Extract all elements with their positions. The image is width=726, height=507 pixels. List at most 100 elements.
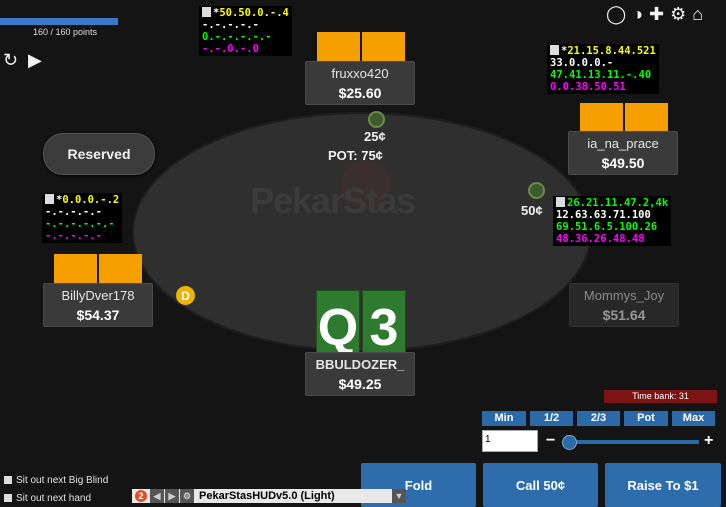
- note-icon[interactable]: [556, 197, 565, 207]
- player-name: Mommys_Joy: [583, 288, 665, 303]
- time-bank-badge: Time bank: 31: [604, 390, 717, 403]
- player-stack: $54.37: [76, 307, 120, 323]
- points-progress-fill: [0, 18, 118, 25]
- chat-icon[interactable]: ◯: [606, 5, 626, 23]
- bet-amount-input[interactable]: 1: [482, 430, 538, 452]
- points-label: 160 / 160 points: [33, 27, 98, 37]
- chevron-left-icon[interactable]: ◀: [150, 489, 164, 503]
- slider-minus-button[interactable]: −: [546, 432, 555, 450]
- hero-hole-cards: Q 3: [316, 290, 406, 355]
- dealer-button: D: [176, 286, 195, 305]
- hud-notification-badge[interactable]: 2: [135, 490, 147, 502]
- card-back: [625, 103, 668, 134]
- hud-stat: 0.-.-.-.-.-: [202, 31, 272, 43]
- hero-card: Q: [316, 290, 360, 355]
- player-stack: $51.64: [602, 307, 646, 323]
- hud-stat: 0.0.0.-.2: [62, 194, 120, 206]
- sitout-hand-label: Sit out next hand: [16, 493, 92, 504]
- bet-slider-track[interactable]: [563, 440, 699, 444]
- hud-stat: 26.21.11.47.2,4k: [567, 197, 669, 209]
- home-icon[interactable]: ⌂: [692, 5, 703, 23]
- hud-stat-row: *50.50.0.-.4: [202, 7, 289, 19]
- reserved-seat-button[interactable]: Reserved: [43, 133, 155, 175]
- hud-stat: -.-.-.-.-: [202, 19, 259, 31]
- chevron-right-icon[interactable]: ▶: [165, 489, 179, 503]
- checkbox-box[interactable]: [4, 494, 12, 502]
- player-plate-ia[interactable]: ia_na_prace $49.50: [568, 131, 678, 175]
- player-plate-billy[interactable]: BillyDver178 $54.37: [43, 283, 153, 327]
- hud-stat-row: -.-.-.-.-.-: [45, 218, 119, 230]
- player-name: fruxxo420: [331, 66, 389, 81]
- hud-stat: -.-.-.-.-: [45, 230, 102, 242]
- player-stack: $25.60: [338, 85, 382, 101]
- hud-stat-row: -.-.-.-.-: [202, 19, 289, 31]
- hud-stat: -.-.0.-.0: [202, 43, 259, 55]
- note-icon[interactable]: [202, 7, 211, 17]
- play-icon[interactable]: ▶: [28, 51, 42, 69]
- sitout-big-blind-label: Sit out next Big Blind: [16, 475, 109, 486]
- pot-total: POT: 75¢: [328, 148, 383, 163]
- hud-stat-row: -.-.0.-.0: [202, 43, 289, 55]
- card-back: [54, 254, 97, 285]
- hud-stat: 33.0.0.0.-: [550, 57, 614, 69]
- stats-icon[interactable]: ◑: [632, 5, 643, 23]
- hud-gear-icon[interactable]: ⚙: [180, 489, 194, 503]
- card-back: [580, 103, 623, 134]
- hud-stat-row: 47.41.13.11.-.40: [550, 69, 656, 81]
- add-icon[interactable]: ✚: [649, 5, 664, 23]
- gear-icon[interactable]: ⚙: [670, 5, 686, 23]
- bet-size-half-button[interactable]: 1/2: [530, 411, 573, 426]
- hud-stat-row: 12.63.63.71.100: [556, 209, 668, 221]
- raise-button[interactable]: Raise To $1: [605, 463, 721, 507]
- player-cards-billy: [54, 254, 142, 285]
- bet-chip-icon: [528, 182, 545, 199]
- points-progress-bar: [0, 18, 118, 25]
- hud-stat: 50.50.0.-.4: [219, 7, 289, 19]
- player-plate-fruxxo[interactable]: fruxxo420 $25.60: [305, 61, 415, 105]
- watermark-logo: PekarStas: [250, 180, 416, 221]
- hud-stat-row: -.-.-.-.-: [45, 230, 119, 242]
- hud-stat: -.-.-.-.-: [45, 206, 102, 218]
- player-name: BBULDOZER_: [315, 357, 405, 372]
- note-icon[interactable]: [45, 194, 54, 204]
- hud-panel-fruxxo[interactable]: *50.50.0.-.4 -.-.-.-.- 0.-.-.-.-.- -.-.0.-.…: [199, 6, 292, 56]
- hud-toolbar: 2 ◀ ▶ ⚙ PekarStasHUDv5.0 (Light) ▼: [132, 489, 406, 503]
- call-button[interactable]: Call 50¢: [483, 463, 598, 507]
- hud-stat-row: 0.0.38.50.51: [550, 81, 656, 93]
- sitout-hand-checkbox[interactable]: Sit out next hand: [4, 493, 91, 504]
- player-plate-hero[interactable]: BBULDOZER_ $49.25: [305, 352, 415, 396]
- bet-slider-handle[interactable]: [562, 435, 577, 450]
- hud-stat: 0.0.38.50.51: [550, 81, 626, 93]
- hud-stat-row: *21.15.8.44.521: [550, 45, 656, 57]
- player-cards-fruxxo: [317, 32, 405, 63]
- hud-stat-row: 26.21.11.47.2,4k: [556, 197, 668, 209]
- checkbox-box[interactable]: [4, 476, 12, 484]
- hud-panel-ia[interactable]: *21.15.8.44.521 33.0.0.0.- 47.41.13.11.-.4…: [547, 44, 659, 94]
- hud-stat-row: 33.0.0.0.-: [550, 57, 656, 69]
- player-plate-mommy[interactable]: Mommys_Joy $51.64: [569, 283, 679, 327]
- hud-stat: 48.36.26.48.48: [556, 233, 645, 245]
- player-name: BillyDver178: [61, 288, 135, 303]
- player-cards-ia: [580, 103, 668, 134]
- hud-panel-mommy[interactable]: 26.21.11.47.2,4k 12.63.63.71.100 69.51.6.5…: [553, 196, 672, 246]
- hud-stat-row: 0.-.-.-.-.-: [202, 31, 289, 43]
- player-stack: $49.25: [338, 376, 382, 392]
- bet-size-buttons: Min 1/2 2/3 Pot Max: [482, 411, 715, 426]
- hud-stat-row: 48.36.26.48.48: [556, 233, 668, 245]
- hud-panel-billy[interactable]: *0.0.0.-.2 -.-.-.-.- -.-.-.-.-.- -.-.-.-.-: [42, 193, 123, 243]
- bet-size-pot-button[interactable]: Pot: [624, 411, 668, 426]
- player-stack: $49.50: [601, 155, 645, 171]
- slider-plus-button[interactable]: +: [704, 432, 713, 450]
- sitout-big-blind-checkbox[interactable]: Sit out next Big Blind: [4, 475, 108, 486]
- hud-stat-row: -.-.-.-.-: [45, 206, 119, 218]
- refresh-icon[interactable]: ↻: [3, 51, 18, 69]
- bet-size-min-button[interactable]: Min: [482, 411, 526, 426]
- hud-stat-row: 69.51.6.5.100.26: [556, 221, 668, 233]
- hud-stat: -.-.-.-.-.-: [45, 218, 115, 230]
- bet-size-max-button[interactable]: Max: [672, 411, 715, 426]
- hud-title: PekarStasHUDv5.0 (Light): [199, 490, 335, 502]
- chevron-down-icon[interactable]: ▼: [392, 489, 406, 503]
- bet-size-two-thirds-button[interactable]: 2/3: [577, 411, 620, 426]
- hud-stat: 21.15.8.44.521: [567, 45, 656, 57]
- note-icon[interactable]: [550, 45, 559, 55]
